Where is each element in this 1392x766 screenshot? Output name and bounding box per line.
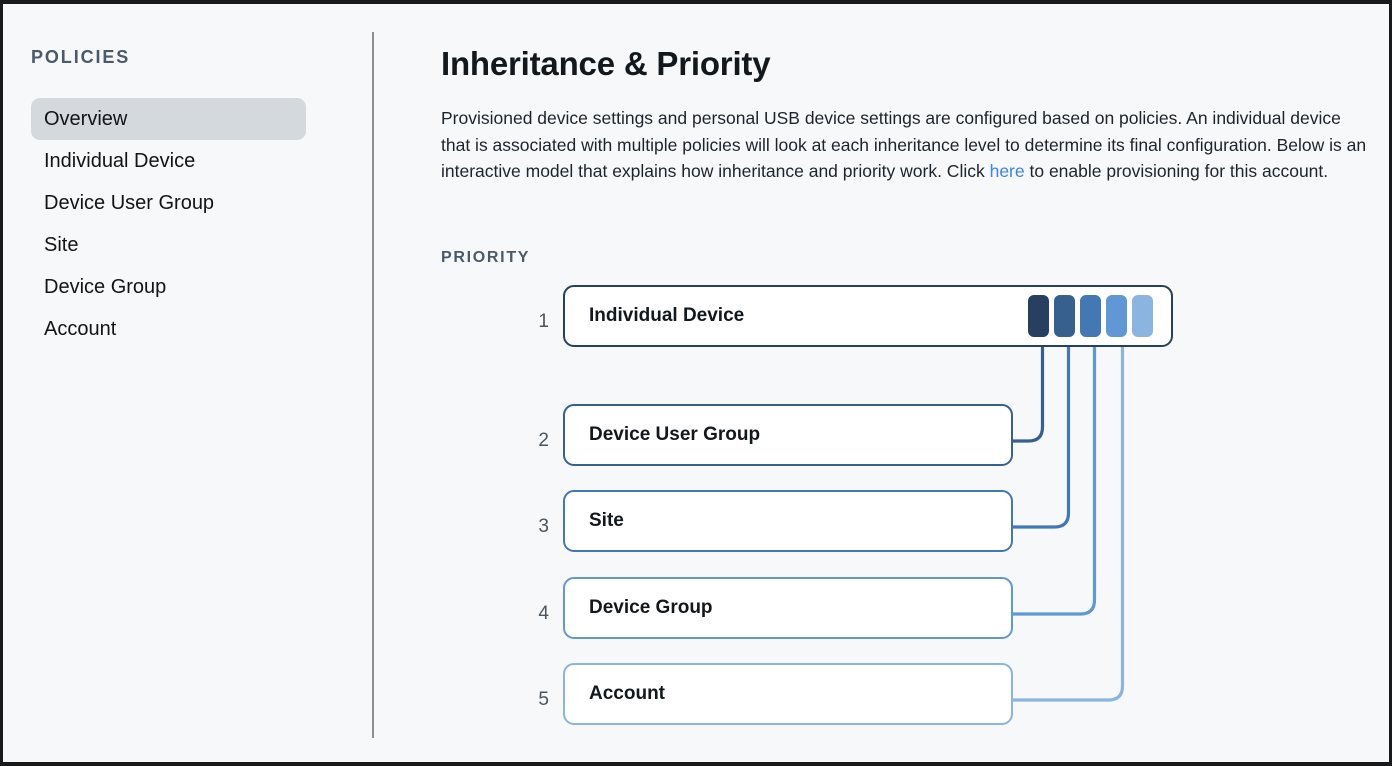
swatch-level-5 xyxy=(1132,295,1153,337)
priority-rank-2: 2 xyxy=(515,430,549,452)
priority-section-label: PRIORITY xyxy=(441,249,530,267)
sidebar: POLICIES Overview Individual Device Devi… xyxy=(3,4,370,762)
priority-box-label: Account xyxy=(565,683,665,705)
sidebar-divider xyxy=(372,32,374,738)
priority-box-device-group[interactable]: Device Group xyxy=(563,577,1013,639)
swatch-level-3 xyxy=(1080,295,1101,337)
sidebar-nav: Overview Individual Device Device User G… xyxy=(31,98,306,350)
priority-box-device-user-group[interactable]: Device User Group xyxy=(563,404,1013,466)
enable-provisioning-link[interactable]: here xyxy=(990,161,1025,181)
priority-rank-5: 5 xyxy=(515,689,549,711)
intro-paragraph: Provisioned device settings and personal… xyxy=(441,105,1367,185)
priority-box-label: Device User Group xyxy=(565,424,760,446)
connector-3 xyxy=(1013,324,1069,527)
priority-box-label: Device Group xyxy=(565,597,713,619)
main-content: Inheritance & Priority Provisioned devic… xyxy=(441,4,1389,762)
page-title: Inheritance & Priority xyxy=(441,45,770,83)
swatch-level-1 xyxy=(1028,295,1049,337)
priority-diagram: 1 Individual Device 2 Device User Group … xyxy=(441,282,1261,742)
priority-box-individual-device[interactable]: Individual Device xyxy=(563,285,1173,347)
priority-box-label: Site xyxy=(565,510,624,532)
swatch-level-4 xyxy=(1106,295,1127,337)
priority-box-account[interactable]: Account xyxy=(563,663,1013,725)
sidebar-item-device-group[interactable]: Device Group xyxy=(31,266,306,308)
priority-box-site[interactable]: Site xyxy=(563,490,1013,552)
priority-rank-1: 1 xyxy=(515,311,549,333)
connector-4 xyxy=(1013,324,1095,614)
priority-box-label: Individual Device xyxy=(565,305,744,327)
inheritance-swatches xyxy=(1028,295,1153,337)
swatch-level-2 xyxy=(1054,295,1075,337)
sidebar-item-account[interactable]: Account xyxy=(31,308,306,350)
sidebar-item-device-user-group[interactable]: Device User Group xyxy=(31,182,306,224)
sidebar-item-site[interactable]: Site xyxy=(31,224,306,266)
sidebar-item-overview[interactable]: Overview xyxy=(31,98,306,140)
app-window: POLICIES Overview Individual Device Devi… xyxy=(0,0,1392,766)
priority-rank-4: 4 xyxy=(515,603,549,625)
sidebar-item-individual-device[interactable]: Individual Device xyxy=(31,140,306,182)
priority-rank-3: 3 xyxy=(515,516,549,538)
intro-text-after: to enable provisioning for this account. xyxy=(1025,161,1329,181)
sidebar-heading: POLICIES xyxy=(31,47,130,68)
